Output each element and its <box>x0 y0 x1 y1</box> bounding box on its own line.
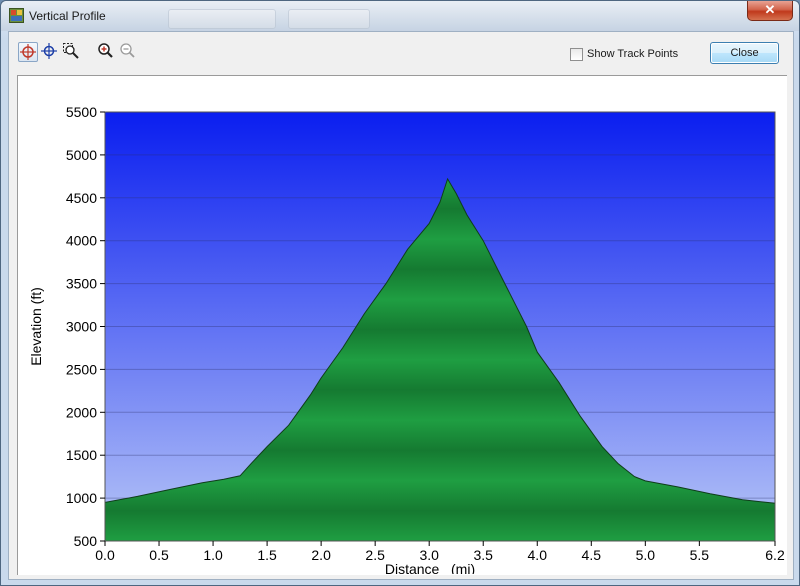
zoom-in-button[interactable] <box>97 42 117 62</box>
elevation-chart[interactable]: 500 1000 1500 2000 2500 3000 3500 4000 4500 5000 5… <box>18 76 786 577</box>
x-tick-label: 4.0 <box>528 547 548 563</box>
window-title: Vertical Profile <box>29 9 106 23</box>
background-dropdown-ghost <box>168 9 276 29</box>
x-tick-label: 5.5 <box>690 547 710 563</box>
dialog-client-area: Show Track Points Close 500 1000 1500 2000 2… <box>8 31 794 580</box>
x-axis-label: Distance (mi) <box>385 561 475 574</box>
elevation-chart-panel: 500 1000 1500 2000 2500 3000 3500 4000 4500 5000 5… <box>17 75 787 577</box>
close-button[interactable]: Close <box>710 42 779 64</box>
x-tick-label: 0.5 <box>149 547 169 563</box>
zoom-region-icon <box>63 43 79 59</box>
y-tick-label: 3500 <box>66 276 97 292</box>
x-tick-label: 1.0 <box>203 547 223 563</box>
zoom-out-button[interactable] <box>119 42 139 62</box>
y-tick-label: 5000 <box>66 147 97 163</box>
zoom-in-icon <box>98 43 113 58</box>
crosshair-icon <box>41 43 57 59</box>
app-icon <box>9 8 24 23</box>
show-track-points-label[interactable]: Show Track Points <box>587 48 678 60</box>
x-tick-label: 1.5 <box>257 547 277 563</box>
y-tick-label: 2000 <box>66 404 97 420</box>
zoom-out-icon <box>120 43 135 58</box>
background-button-ghost <box>288 9 370 29</box>
x-axis: 0.0 0.5 1.0 1.5 2.0 2.5 3.0 3.5 4.0 4.5 5.0 5.5 6.2 <box>95 541 785 563</box>
y-axis-label: Elevation (ft) <box>28 287 44 366</box>
crosshair-select-icon <box>20 44 36 60</box>
y-tick-label: 3000 <box>66 319 97 335</box>
x-tick-label: 6.2 <box>765 547 785 563</box>
x-tick-label: 5.0 <box>636 547 656 563</box>
y-tick-label: 500 <box>74 533 98 549</box>
x-tick-label: 4.5 <box>582 547 602 563</box>
y-tick-label: 1500 <box>66 447 97 463</box>
y-tick-label: 5500 <box>66 104 97 120</box>
x-tick-label: 3.5 <box>473 547 493 563</box>
x-tick-label: 2.0 <box>311 547 331 563</box>
select-tool-button[interactable] <box>18 42 38 62</box>
vertical-profile-window: Vertical Profile ✕ Show Track Points Clo… <box>0 0 800 586</box>
window-close-button[interactable]: ✕ <box>747 1 793 21</box>
y-tick-label: 4000 <box>66 233 97 249</box>
y-tick-label: 4500 <box>66 190 97 206</box>
show-track-points-checkbox[interactable] <box>570 48 583 61</box>
y-tick-label: 2500 <box>66 361 97 377</box>
zoom-region-tool-button[interactable] <box>62 42 82 62</box>
x-tick-label: 0.0 <box>95 547 115 563</box>
title-bar[interactable]: Vertical Profile ✕ <box>1 1 799 31</box>
x-tick-label: 2.5 <box>365 547 385 563</box>
pan-tool-button[interactable] <box>40 42 60 62</box>
y-tick-label: 1000 <box>66 490 97 506</box>
y-axis: 500 1000 1500 2000 2500 3000 3500 4000 4500 5000 5… <box>66 104 105 549</box>
